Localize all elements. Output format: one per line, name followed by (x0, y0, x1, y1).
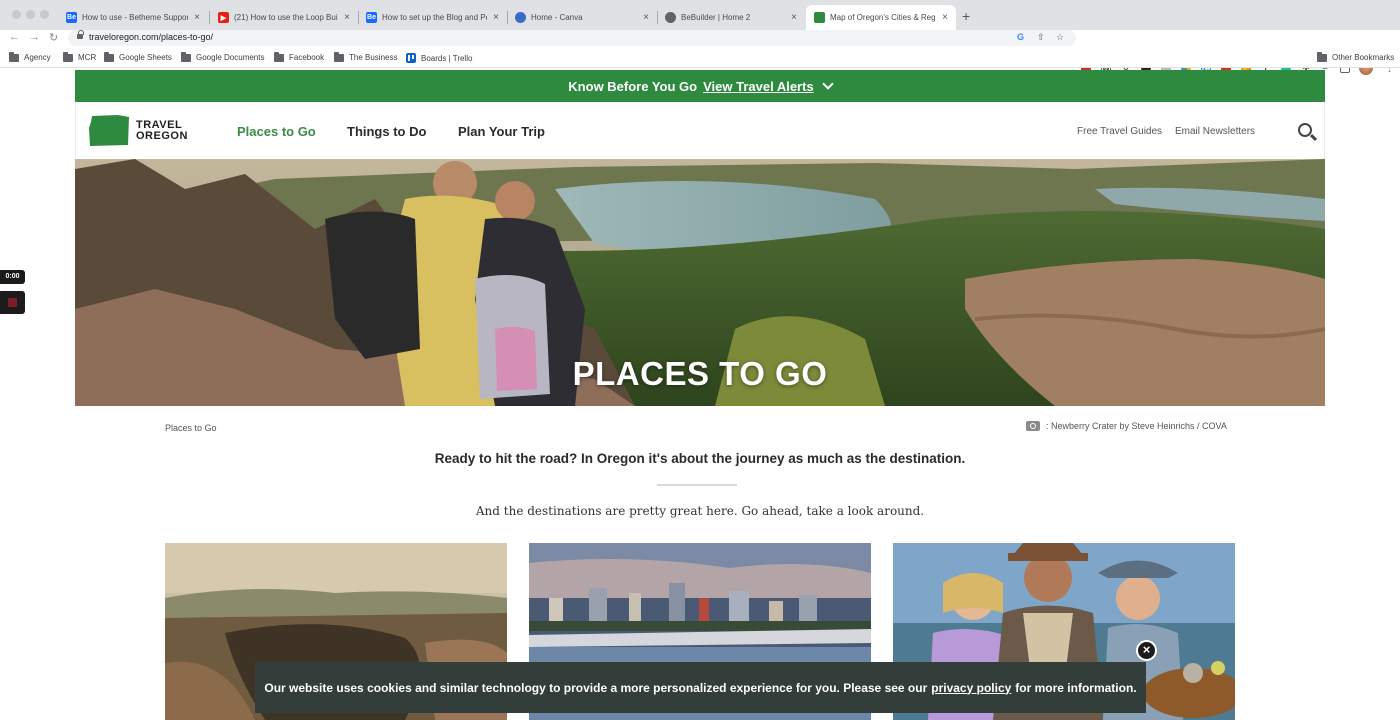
bookmark-label: Boards | Trello (421, 53, 473, 63)
behance-icon: Be (66, 12, 77, 23)
nav-things-to-do[interactable]: Things to Do (347, 124, 426, 139)
tab-title: How to use - Betheme Suppor (82, 13, 189, 22)
tab-title: How to set up the Blog and Po (382, 13, 488, 22)
folder-icon (181, 51, 191, 62)
bookmark-label: The Business (349, 53, 398, 62)
browser-tab-active[interactable]: Map of Oregon's Cities & Regi × (806, 5, 956, 30)
bookmark-label: Google Sheets (119, 53, 172, 62)
folder-icon (274, 51, 284, 62)
camera-icon (1026, 421, 1040, 431)
email-newsletters-link[interactable]: Email Newsletters (1175, 126, 1255, 137)
logo-line-1: TRAVEL (136, 118, 183, 131)
folder-icon (334, 51, 344, 62)
recording-timer: 0:00 (0, 270, 25, 284)
globe-icon (515, 12, 526, 23)
maximize-window-button[interactable] (40, 10, 49, 19)
close-icon[interactable]: × (344, 12, 350, 23)
cookie-banner: Our website uses cookies and similar tec… (255, 662, 1146, 713)
browser-tab[interactable]: Be How to set up the Blog and Po × (358, 5, 507, 30)
tab-title: Home - Canva (531, 13, 583, 22)
browser-toolbar: ← → ↻ traveloregon.com/places-to-go/ G ⇧… (0, 30, 1400, 75)
bookmark-trello[interactable]: Boards | Trello (406, 53, 472, 63)
cookie-text-end: for more information. (1015, 680, 1137, 695)
close-window-button[interactable] (12, 10, 21, 19)
globe-icon (665, 12, 676, 23)
tab-title: (21) How to use the Loop Build (234, 13, 339, 22)
site-header: TRAVEL OREGON Places to Go Things to Do … (75, 102, 1325, 159)
bookmark-folder[interactable]: The Business (334, 51, 398, 62)
close-icon[interactable]: × (493, 12, 499, 23)
travel-oregon-icon (814, 12, 825, 23)
oregon-state-icon (89, 115, 129, 146)
tab-title: BeBuilder | Home 2 (681, 13, 751, 22)
bookmark-label: MCR (78, 53, 97, 62)
other-bookmarks[interactable]: Other Bookmarks (1317, 51, 1395, 62)
cookie-text: Our website uses cookies and similar tec… (264, 680, 928, 695)
folder-icon (1317, 51, 1327, 62)
nav-plan-your-trip[interactable]: Plan Your Trip (458, 124, 545, 139)
free-travel-guides-link[interactable]: Free Travel Guides (1077, 126, 1162, 137)
photo-credit-text: : Newberry Crater by Steve Heinrichs / C… (1046, 421, 1227, 431)
nav-places-to-go[interactable]: Places to Go (237, 124, 316, 139)
google-icon[interactable]: G (1017, 32, 1024, 42)
bookmark-folder[interactable]: Google Sheets (104, 51, 172, 62)
folder-icon (104, 51, 114, 62)
new-tab-button[interactable]: + (962, 8, 970, 24)
address-bar[interactable]: traveloregon.com/places-to-go/ G ⇧ ☆ (68, 30, 1076, 46)
bookmark-star-icon[interactable]: ☆ (1056, 32, 1064, 43)
bookmark-folder[interactable]: Facebook (274, 51, 325, 62)
hero-banner: PLACES TO GO (75, 159, 1325, 406)
close-icon[interactable]: × (643, 12, 649, 23)
youtube-icon: ▶ (218, 12, 229, 23)
logo-line-2: OREGON (136, 129, 188, 142)
browser-tab[interactable]: Home - Canva × (507, 5, 657, 30)
close-icon[interactable]: × (1136, 640, 1157, 661)
forward-icon[interactable]: → (29, 31, 40, 43)
divider (657, 484, 737, 486)
share-icon[interactable]: ⇧ (1037, 32, 1045, 43)
browser-tab[interactable]: BeBuilder | Home 2 × (657, 5, 805, 30)
trello-icon (406, 53, 416, 63)
browser-tab[interactable]: Be How to use - Betheme Suppor × (58, 5, 208, 30)
photo-credit: : Newberry Crater by Steve Heinrichs / C… (1026, 421, 1227, 431)
intro-headline: Ready to hit the road? In Oregon it's ab… (434, 451, 966, 466)
folder-icon (9, 51, 19, 62)
close-icon[interactable]: × (791, 12, 797, 23)
url-text: traveloregon.com/places-to-go/ (89, 32, 214, 42)
behance-icon: Be (366, 12, 377, 23)
folder-icon (63, 51, 73, 62)
stop-recording-button[interactable] (0, 291, 25, 314)
bookmark-folder[interactable]: Agency (9, 51, 51, 62)
minimize-window-button[interactable] (26, 10, 35, 19)
privacy-policy-link[interactable]: privacy policy (931, 681, 1011, 695)
browser-tab[interactable]: ▶ (21) How to use the Loop Build × (210, 5, 358, 30)
alert-text: Know Before You Go (568, 78, 698, 94)
bookmarks-bar: Agency MCR Google Sheets Google Document… (0, 48, 1400, 68)
bookmark-label: Agency (24, 53, 51, 62)
lock-icon (77, 30, 84, 41)
chevron-down-icon[interactable] (822, 77, 834, 90)
tab-title: Map of Oregon's Cities & Regi (830, 13, 937, 22)
breadcrumb[interactable]: Places to Go (165, 423, 217, 433)
travel-alert-bar: Know Before You Go View Travel Alerts (75, 70, 1325, 102)
close-icon[interactable]: × (942, 12, 948, 23)
travel-oregon-logo[interactable]: TRAVEL OREGON (88, 114, 188, 147)
back-icon[interactable]: ← (9, 31, 20, 43)
view-travel-alerts-link[interactable]: View Travel Alerts (703, 79, 814, 94)
bookmark-label: Other Bookmarks (1332, 53, 1395, 62)
bookmark-folder[interactable]: MCR (63, 51, 97, 62)
search-icon[interactable] (1298, 123, 1312, 137)
bookmark-label: Facebook (289, 53, 325, 62)
intro-subhead: And the destinations are pretty great he… (475, 504, 925, 518)
close-icon[interactable]: × (194, 12, 200, 23)
browser-tab-bar: Be How to use - Betheme Suppor × ▶ (21) … (0, 0, 1400, 30)
reload-icon[interactable]: ↻ (49, 31, 58, 44)
hero-title: PLACES TO GO (572, 355, 828, 392)
bookmark-folder[interactable]: Google Documents (181, 51, 265, 62)
bookmark-label: Google Documents (196, 53, 265, 62)
